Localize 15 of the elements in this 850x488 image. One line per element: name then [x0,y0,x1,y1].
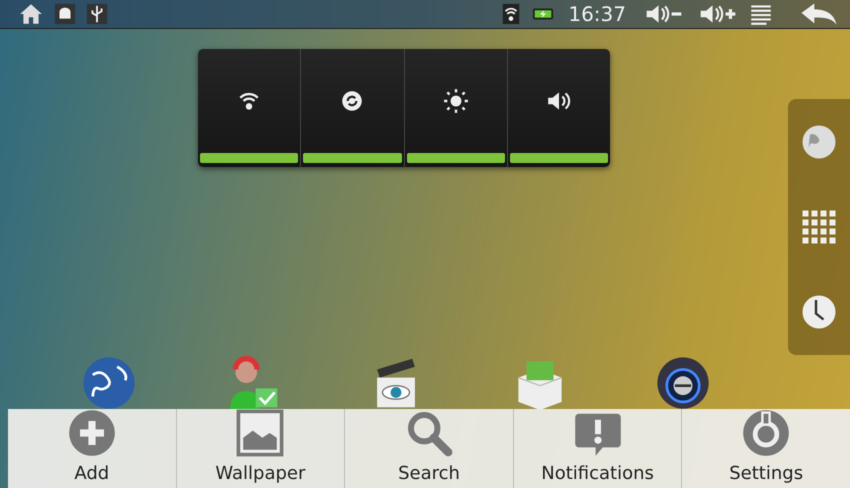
menu-item[interactable]: Settings [682,409,850,488]
app-grid-icon[interactable] [801,208,837,245]
menu-item[interactable]: Search [345,409,514,488]
toggle-button[interactable] [301,49,404,167]
clock-icon[interactable] [801,294,837,330]
menu-item[interactable]: Wallpaper [176,409,346,488]
wifi-icon [500,3,522,25]
brightness-icon [442,88,469,114]
menu-item[interactable]: Notifications [514,409,682,488]
menu-item[interactable]: Add [8,409,177,488]
toggle-button[interactable] [198,49,302,167]
clock-time: 16:37 [568,2,626,26]
toggle-button[interactable] [404,49,508,167]
usb-icon [86,3,108,25]
dial-icon[interactable] [656,356,710,410]
